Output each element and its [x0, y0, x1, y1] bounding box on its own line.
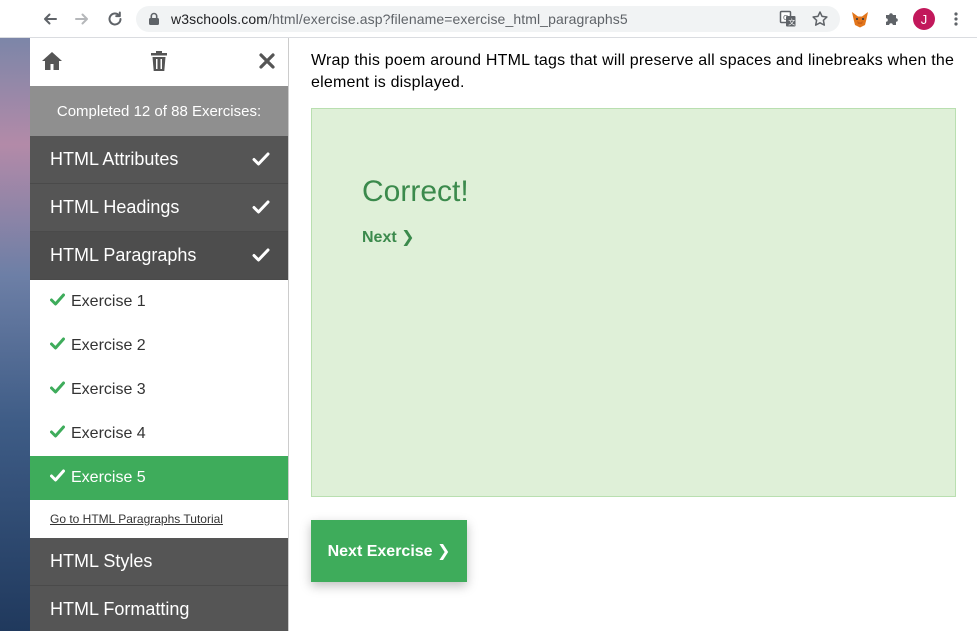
category-html-formatting[interactable]: HTML Formatting	[30, 586, 288, 631]
forward-arrow-icon[interactable]	[70, 7, 94, 31]
exercise-item-3[interactable]: Exercise 3	[30, 368, 288, 412]
tutorial-link[interactable]: Go to HTML Paragraphs Tutorial	[30, 500, 288, 538]
exercise-label: Exercise 5	[71, 469, 146, 486]
lock-icon	[148, 12, 160, 31]
exercise-sidebar: Completed 12 of 88 Exercises: HTML Attri…	[30, 38, 289, 631]
white-check-icon	[50, 469, 65, 487]
exercise-label: Exercise 3	[71, 381, 146, 398]
exercise-item-5[interactable]: Exercise 5	[30, 456, 288, 500]
green-check-icon	[50, 381, 65, 399]
exercise-label: Exercise 1	[71, 293, 146, 310]
completed-counter: Completed 12 of 88 Exercises:	[30, 86, 288, 136]
translate-icon[interactable]: G文	[776, 7, 800, 31]
exercise-item-4[interactable]: Exercise 4	[30, 412, 288, 456]
category-html-headings[interactable]: HTML Headings	[30, 184, 288, 232]
green-check-icon	[50, 425, 65, 443]
next-exercise-button[interactable]: Next Exercise ❯	[311, 520, 467, 582]
exercise-main: Wrap this poem around HTML tags that wil…	[289, 38, 977, 631]
checkmark-icon	[252, 199, 270, 220]
checkmark-icon	[252, 151, 270, 172]
reload-icon[interactable]	[103, 7, 127, 31]
category-html-styles[interactable]: HTML Styles	[30, 538, 288, 586]
green-check-icon	[50, 337, 65, 355]
category-label: HTML Paragraphs	[50, 245, 197, 265]
close-icon[interactable]	[258, 52, 276, 75]
next-link[interactable]: Next ❯	[362, 227, 415, 247]
result-title: Correct!	[362, 175, 469, 208]
back-arrow-icon[interactable]	[38, 7, 62, 31]
exercise-label: Exercise 2	[71, 337, 146, 354]
address-bar[interactable]: w3schools.com/html/exercise.asp?filename…	[136, 6, 840, 32]
category-label: HTML Formatting	[50, 599, 190, 619]
fox-extension-icon[interactable]	[848, 7, 872, 31]
url-text: w3schools.com/html/exercise.asp?filename…	[171, 11, 628, 27]
category-label: HTML Styles	[50, 551, 153, 571]
more-menu-icon[interactable]	[944, 7, 968, 31]
exercise-label: Exercise 4	[71, 425, 146, 442]
trash-icon[interactable]	[149, 50, 169, 77]
category-label: HTML Attributes	[50, 149, 179, 169]
extensions-puzzle-icon[interactable]	[880, 7, 904, 31]
exercise-instruction: Wrap this poem around HTML tags that wil…	[311, 52, 955, 91]
checkmark-icon	[252, 247, 270, 268]
exercise-item-1[interactable]: Exercise 1	[30, 280, 288, 324]
profile-avatar[interactable]: J	[913, 8, 935, 30]
browser-toolbar: w3schools.com/html/exercise.asp?filename…	[0, 0, 977, 38]
exercise-item-2[interactable]: Exercise 2	[30, 324, 288, 368]
bookmark-star-icon[interactable]	[808, 7, 832, 31]
svg-text:文: 文	[788, 18, 795, 27]
category-label: HTML Headings	[50, 197, 180, 217]
green-check-icon	[50, 293, 65, 311]
category-html-attributes[interactable]: HTML Attributes	[30, 136, 288, 184]
sidebar-icon-bar	[30, 38, 288, 86]
category-html-paragraphs[interactable]: HTML Paragraphs	[30, 232, 288, 280]
result-panel: Correct! Next ❯	[311, 108, 956, 497]
home-icon[interactable]	[40, 50, 64, 77]
desktop-background	[0, 38, 30, 631]
